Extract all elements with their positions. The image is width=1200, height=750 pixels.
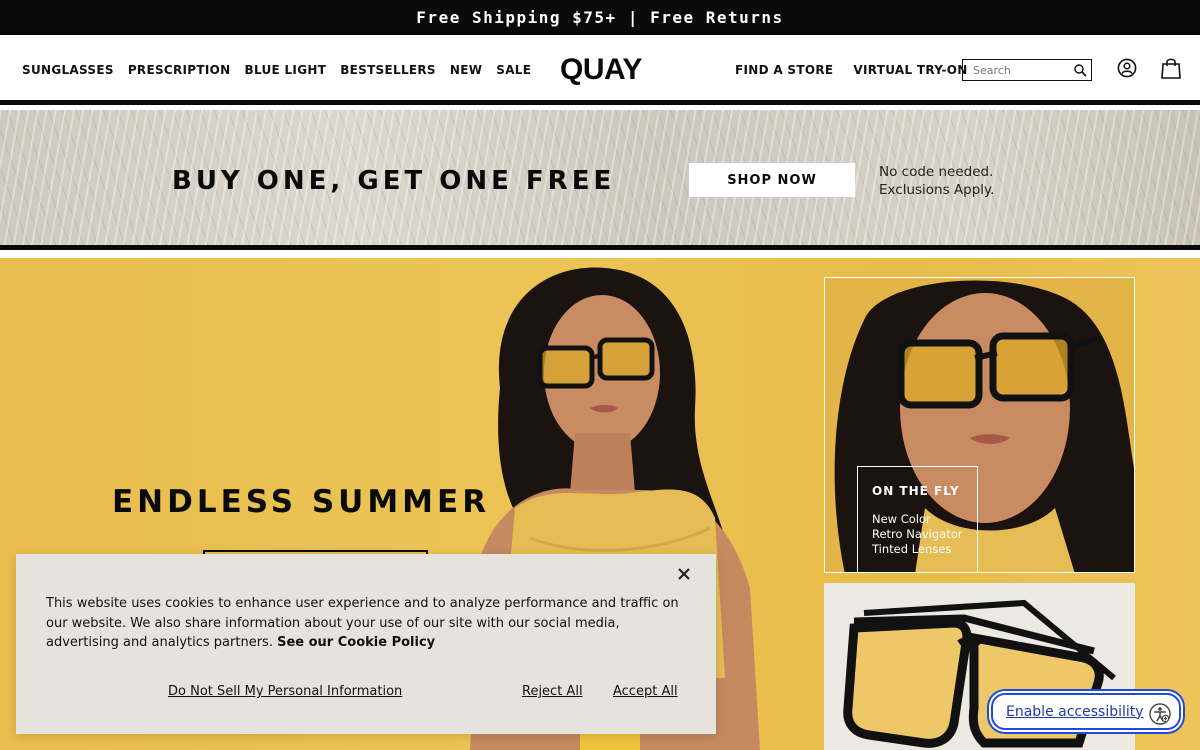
- announcement-bar: Free Shipping $75+ | Free Returns: [0, 0, 1200, 35]
- nav-bestsellers[interactable]: BESTSELLERS: [340, 63, 436, 77]
- utility-nav: FIND A STORE VIRTUAL TRY-ON: [735, 35, 968, 105]
- cookie-consent-banner: This website uses cookies to enhance use…: [16, 554, 716, 734]
- nav-find-a-store[interactable]: FIND A STORE: [735, 63, 833, 77]
- promo-note-line2: Exclusions Apply.: [879, 182, 995, 198]
- accessibility-icon: [1149, 703, 1171, 725]
- card-label: ON THE FLY New Color Retro Navigator Tin…: [857, 466, 978, 572]
- card-subtitle-line2: Retro Navigator: [872, 527, 963, 541]
- on-the-fly-card[interactable]: ON THE FLY New Color Retro Navigator Tin…: [824, 277, 1135, 573]
- bogo-promo-banner: BUY ONE, GET ONE FREE SHOP NOW No code n…: [0, 110, 1200, 250]
- shopping-bag-icon[interactable]: [1161, 57, 1181, 79]
- card-subtitle: New Color Retro Navigator Tinted Lenses: [872, 512, 977, 557]
- quay-logo[interactable]: QUAY: [560, 53, 642, 87]
- shop-now-button[interactable]: SHOP NOW: [689, 163, 855, 197]
- do-not-sell-link[interactable]: Do Not Sell My Personal Information: [168, 684, 402, 699]
- card-title: ON THE FLY: [872, 484, 960, 498]
- search-box: [962, 59, 1092, 81]
- nav-prescription[interactable]: PRESCRIPTION: [128, 63, 231, 77]
- main-nav: SUNGLASSES PRESCRIPTION BLUE LIGHT BESTS…: [22, 35, 531, 105]
- promo-note-line1: No code needed.: [879, 164, 994, 180]
- nav-blue-light[interactable]: BLUE LIGHT: [245, 63, 327, 77]
- cookie-message: This website uses cookies to enhance use…: [46, 594, 686, 653]
- accessibility-label: Enable accessibility: [1006, 703, 1144, 720]
- nav-new[interactable]: NEW: [450, 63, 482, 77]
- promo-note: No code needed. Exclusions Apply.: [879, 163, 994, 199]
- close-icon[interactable]: [676, 566, 692, 582]
- reject-all-button[interactable]: Reject All: [522, 684, 583, 699]
- enable-accessibility-button[interactable]: Enable accessibility: [991, 693, 1181, 730]
- search-icon[interactable]: [1073, 63, 1087, 77]
- account-icon[interactable]: [1117, 58, 1137, 78]
- promo-title: BUY ONE, GET ONE FREE: [172, 166, 616, 196]
- search-input[interactable]: [963, 60, 1071, 80]
- hero-title: ENDLESS SUMMER: [112, 484, 491, 520]
- card-subtitle-line3: Tinted Lenses: [872, 542, 952, 556]
- nav-sale[interactable]: SALE: [496, 63, 531, 77]
- cookie-policy-link[interactable]: See our Cookie Policy: [277, 635, 435, 650]
- nav-sunglasses[interactable]: SUNGLASSES: [22, 63, 114, 77]
- accept-all-button[interactable]: Accept All: [613, 684, 678, 699]
- announcement-text: Free Shipping $75+ | Free Returns: [416, 8, 784, 27]
- nav-virtual-try-on[interactable]: VIRTUAL TRY-ON: [853, 63, 967, 77]
- site-header: SUNGLASSES PRESCRIPTION BLUE LIGHT BESTS…: [0, 35, 1200, 105]
- card-subtitle-line1: New Color: [872, 512, 931, 526]
